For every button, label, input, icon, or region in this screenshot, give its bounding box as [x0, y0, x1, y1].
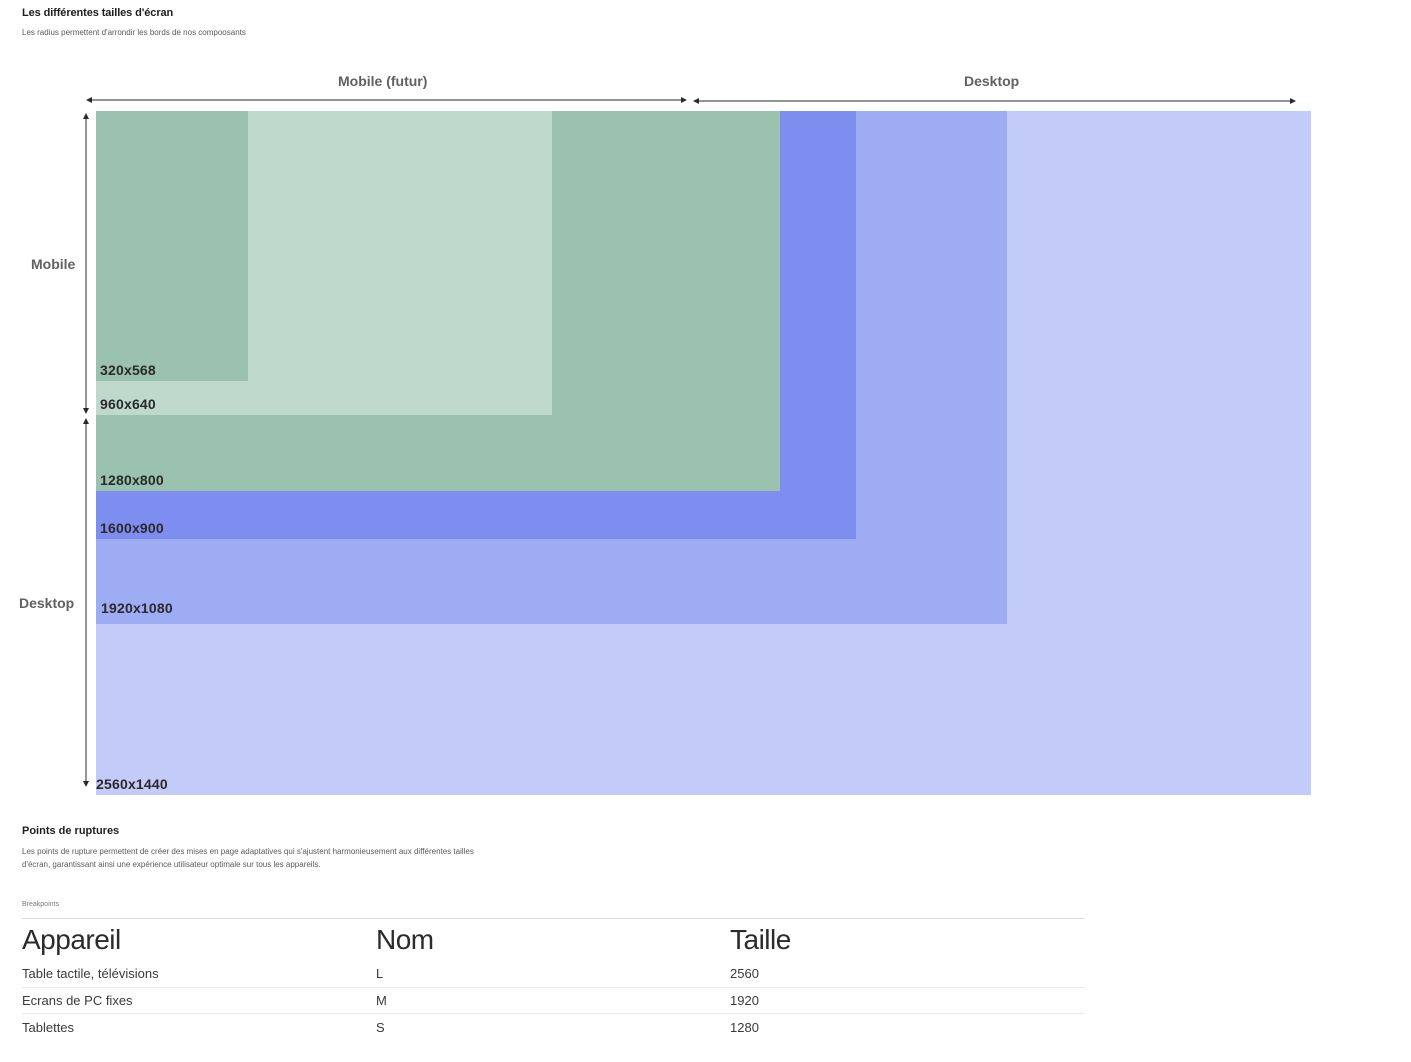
screen-label-320x568: 320x568: [100, 362, 156, 378]
top-label-mobile: Mobile (futur): [338, 73, 428, 89]
page-title: Les différentes tailles d'écran: [22, 7, 174, 19]
table-row: Ecrans de PC fixes M 1920: [22, 988, 1085, 1014]
side-label-desktop: Desktop: [19, 595, 75, 611]
breakpoints-title: Points de ruptures: [22, 825, 120, 837]
cell-device: Tablettes: [22, 1019, 75, 1035]
column-header-name: Nom: [376, 924, 434, 955]
cell-size: 1920: [730, 992, 759, 1008]
cell-name: S: [376, 1019, 385, 1035]
cell-device: Table tactile, télévisions: [22, 966, 159, 982]
side-label-mobile: Mobile: [31, 256, 76, 272]
cell-size: 2560: [730, 966, 759, 982]
screen-rect-320x568: [96, 111, 248, 381]
cell-name: M: [376, 992, 387, 1008]
cell-name: L: [376, 966, 384, 982]
breakpoints-table: Appareil Nom Taille Table tactile, télév…: [22, 918, 1085, 1041]
breakpoints-description: Les points de rupture permettent de crée…: [22, 847, 474, 869]
page-subtitle: Les radius permettent d'arrondir les bor…: [22, 28, 246, 37]
table-row: Table tactile, télévisions L 2560: [22, 961, 1085, 988]
table-header: Appareil Nom Taille: [22, 919, 1085, 961]
cell-device: Ecrans de PC fixes: [22, 992, 133, 1008]
top-label-desktop: Desktop: [964, 73, 1020, 89]
cell-size: 1280: [730, 1019, 759, 1035]
column-header-size: Taille: [730, 924, 791, 955]
breakpoints-caption: Breakpoints: [22, 901, 59, 908]
screen-label-1920x1080: 1920x1080: [101, 600, 173, 616]
screen-label-1600x900: 1600x900: [100, 520, 164, 536]
screen-label-960x640: 960x640: [100, 396, 156, 412]
column-header-device: Appareil: [22, 924, 121, 955]
table-row: Tablettes S 1280: [22, 1014, 1085, 1041]
screen-label-1280x800: 1280x800: [100, 472, 164, 488]
screen-label-2560x1440: 2560x1440: [96, 776, 168, 792]
